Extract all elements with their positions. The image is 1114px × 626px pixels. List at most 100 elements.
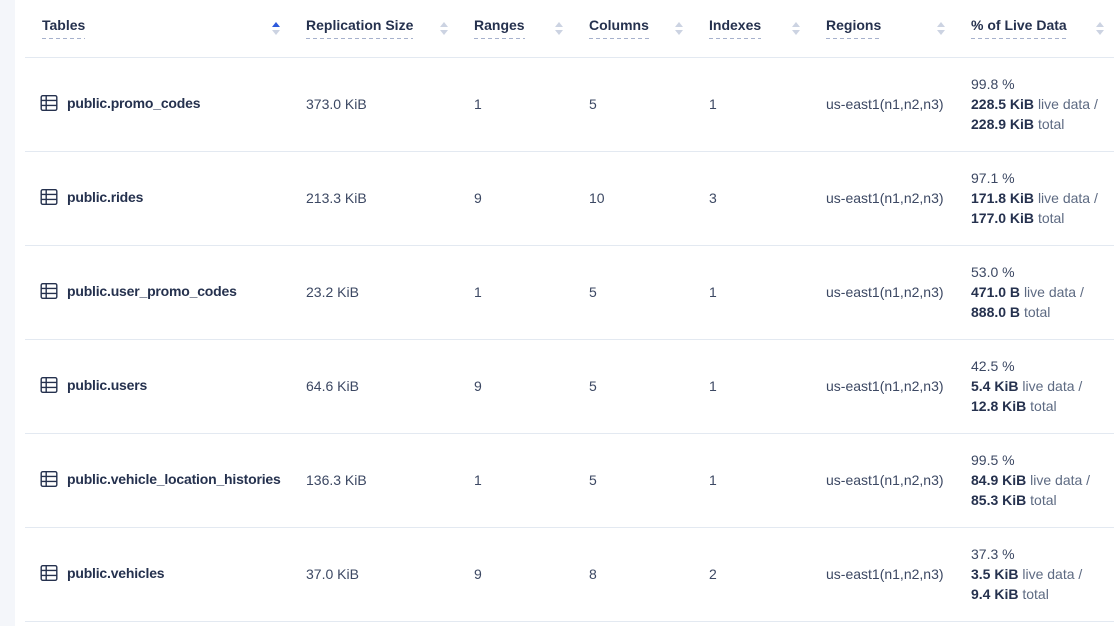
table-name: public.vehicle_location_histories: [67, 471, 281, 487]
live-data-percent: 37.3 %: [971, 544, 1104, 564]
live-data-cell: 99.5 % 84.9 KiB live data / 85.3 KiB tot…: [955, 433, 1114, 527]
total-data-size: 9.4 KiB total: [971, 584, 1104, 604]
table-name: public.promo_codes: [67, 95, 200, 111]
table-row[interactable]: public.vehicle_location_histories 136.3 …: [25, 433, 1114, 527]
table-row[interactable]: public.user_promo_codes 23.2 KiB 1 5 1 u…: [25, 245, 1114, 339]
table-name-cell: public.rides: [25, 151, 290, 245]
table-icon: [40, 376, 58, 394]
sort-icon: [937, 22, 945, 35]
sort-icon: [792, 22, 800, 35]
total-data-size: 177.0 KiB total: [971, 208, 1104, 228]
column-header-label: Replication Size: [306, 17, 413, 39]
table-icon: [40, 188, 58, 206]
table-name-cell: public.users: [25, 339, 290, 433]
column-header-label: Columns: [589, 17, 649, 39]
live-data-size: 84.9 KiB live data /: [971, 470, 1104, 490]
column-header-columns[interactable]: Columns: [573, 0, 693, 57]
table-name-link[interactable]: public.promo_codes: [40, 94, 200, 112]
live-data-size: 471.0 B live data /: [971, 282, 1104, 302]
columns-cell: 5: [573, 433, 693, 527]
sort-icon: [1096, 22, 1104, 35]
table-row[interactable]: public.users 64.6 KiB 9 5 1 us-east1(n1,…: [25, 339, 1114, 433]
table-icon: [40, 94, 58, 112]
regions-cell: us-east1(n1,n2,n3): [810, 433, 955, 527]
indexes-cell: 1: [693, 245, 810, 339]
table-row[interactable]: public.rides 213.3 KiB 9 10 3 us-east1(n…: [25, 151, 1114, 245]
columns-cell: 10: [573, 151, 693, 245]
sort-icon: [440, 22, 448, 35]
ranges-cell: 9: [458, 151, 573, 245]
live-data-cell: 99.8 % 228.5 KiB live data / 228.9 KiB t…: [955, 57, 1114, 151]
columns-cell: 5: [573, 245, 693, 339]
indexes-cell: 3: [693, 151, 810, 245]
column-header-label: Ranges: [474, 17, 525, 39]
column-header-label: Indexes: [709, 17, 761, 39]
column-header-replication-size[interactable]: Replication Size: [290, 0, 458, 57]
table-name-link[interactable]: public.vehicle_location_histories: [40, 470, 281, 488]
regions-cell: us-east1(n1,n2,n3): [810, 339, 955, 433]
live-data-percent: 53.0 %: [971, 262, 1104, 282]
table-icon: [40, 470, 58, 488]
table-row[interactable]: public.promo_codes 373.0 KiB 1 5 1 us-ea…: [25, 57, 1114, 151]
column-header-indexes[interactable]: Indexes: [693, 0, 810, 57]
regions-cell: us-east1(n1,n2,n3): [810, 527, 955, 621]
column-header-label: Tables: [42, 17, 85, 39]
total-data-size: 888.0 B total: [971, 302, 1104, 322]
table-name: public.users: [67, 377, 147, 393]
regions-cell: us-east1(n1,n2,n3): [810, 245, 955, 339]
indexes-cell: 1: [693, 339, 810, 433]
table-name: public.rides: [67, 189, 143, 205]
columns-cell: 5: [573, 57, 693, 151]
table-icon: [40, 564, 58, 582]
table-name-link[interactable]: public.users: [40, 376, 147, 394]
live-data-cell: 37.3 % 3.5 KiB live data / 9.4 KiB total: [955, 527, 1114, 621]
indexes-cell: 2: [693, 527, 810, 621]
sort-icon: [675, 22, 683, 35]
tables-table-wrap: Tables Replication Size Ranges: [25, 0, 1114, 622]
table-header-row: Tables Replication Size Ranges: [25, 0, 1114, 57]
ranges-cell: 1: [458, 433, 573, 527]
table-name-cell: public.vehicles: [25, 527, 290, 621]
table-name: public.user_promo_codes: [67, 283, 237, 299]
table-name-link[interactable]: public.user_promo_codes: [40, 282, 237, 300]
column-header-live-data[interactable]: % of Live Data: [955, 0, 1114, 57]
replication-size-cell: 23.2 KiB: [290, 245, 458, 339]
live-data-percent: 99.5 %: [971, 450, 1104, 470]
sort-asc-icon: [272, 22, 280, 35]
live-data-size: 171.8 KiB live data /: [971, 188, 1104, 208]
live-data-size: 3.5 KiB live data /: [971, 564, 1104, 584]
total-data-size: 85.3 KiB total: [971, 490, 1104, 510]
live-data-cell: 97.1 % 171.8 KiB live data / 177.0 KiB t…: [955, 151, 1114, 245]
ranges-cell: 9: [458, 527, 573, 621]
live-data-cell: 42.5 % 5.4 KiB live data / 12.8 KiB tota…: [955, 339, 1114, 433]
table-name-cell: public.user_promo_codes: [25, 245, 290, 339]
column-header-tables[interactable]: Tables: [25, 0, 290, 57]
column-header-regions[interactable]: Regions: [810, 0, 955, 57]
replication-size-cell: 136.3 KiB: [290, 433, 458, 527]
ranges-cell: 9: [458, 339, 573, 433]
table-name-cell: public.vehicle_location_histories: [25, 433, 290, 527]
indexes-cell: 1: [693, 433, 810, 527]
columns-cell: 8: [573, 527, 693, 621]
table-icon: [40, 282, 58, 300]
table-row[interactable]: public.vehicles 37.0 KiB 9 8 2 us-east1(…: [25, 527, 1114, 621]
replication-size-cell: 373.0 KiB: [290, 57, 458, 151]
live-data-percent: 99.8 %: [971, 74, 1104, 94]
live-data-percent: 97.1 %: [971, 168, 1104, 188]
table-name-link[interactable]: public.rides: [40, 188, 143, 206]
ranges-cell: 1: [458, 57, 573, 151]
indexes-cell: 1: [693, 57, 810, 151]
column-header-ranges[interactable]: Ranges: [458, 0, 573, 57]
tables-list-panel: Tables Replication Size Ranges: [15, 0, 1114, 626]
table-name-link[interactable]: public.vehicles: [40, 564, 164, 582]
replication-size-cell: 37.0 KiB: [290, 527, 458, 621]
sort-icon: [555, 22, 563, 35]
replication-size-cell: 64.6 KiB: [290, 339, 458, 433]
live-data-size: 228.5 KiB live data /: [971, 94, 1104, 114]
table-name: public.vehicles: [67, 565, 164, 581]
live-data-cell: 53.0 % 471.0 B live data / 888.0 B total: [955, 245, 1114, 339]
columns-cell: 5: [573, 339, 693, 433]
regions-cell: us-east1(n1,n2,n3): [810, 151, 955, 245]
live-data-size: 5.4 KiB live data /: [971, 376, 1104, 396]
column-header-label: % of Live Data: [971, 17, 1067, 39]
